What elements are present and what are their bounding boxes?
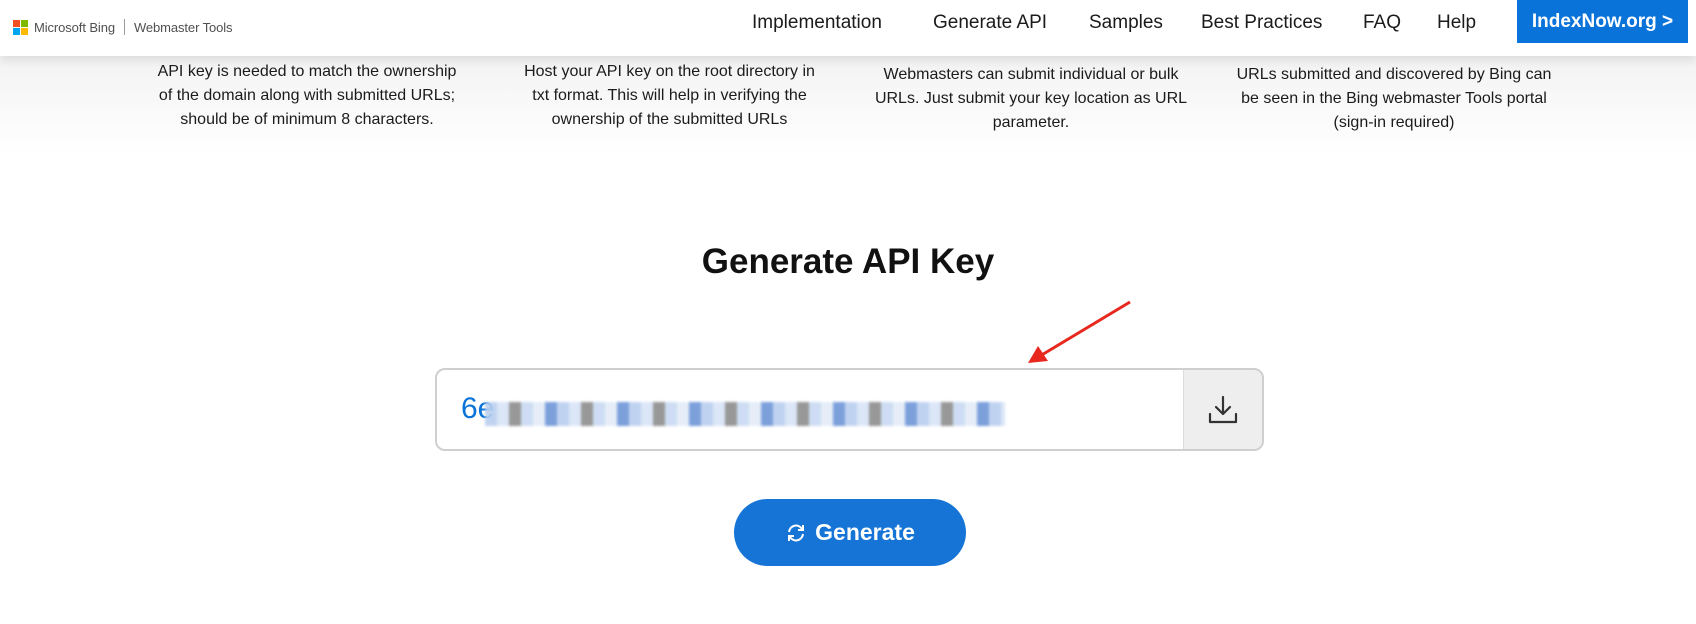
nav-faq[interactable]: FAQ [1363,12,1401,34]
nav-help[interactable]: Help [1437,12,1476,34]
brand[interactable]: Microsoft Bing Webmaster Tools [13,18,233,36]
nav-implementation[interactable]: Implementation [752,12,882,34]
features-strip: API key is needed to match the ownership… [0,56,1696,156]
nav-generate-api[interactable]: Generate API [933,12,1047,34]
generate-button-label: Generate [815,519,915,545]
top-navigation-bar: Microsoft Bing Webmaster Tools Implement… [0,0,1696,56]
generate-button[interactable]: Generate [734,499,966,566]
feature-host-key: Host your API key on the root directory … [524,63,815,128]
feature-submit-urls: Webmasters can submit individual or bulk… [874,66,1188,131]
microsoft-logo-icon [13,19,28,35]
nav-best-practices[interactable]: Best Practices [1201,12,1322,34]
api-key-container: 6e [435,368,1264,451]
brand-divider [123,19,125,35]
download-key-button[interactable] [1183,370,1262,449]
indexnow-link-button[interactable]: IndexNow.org > [1517,0,1688,43]
brand-name: Microsoft Bing [34,19,115,35]
feature-api-key: API key is needed to match the ownership… [157,63,457,128]
feature-bing-portal: URLs submitted and discovered by Bing ca… [1236,66,1552,131]
api-key-redacted-value [485,402,1005,426]
nav-samples[interactable]: Samples [1089,12,1163,34]
generator-title: Generate API Key [701,242,995,281]
brand-product: Webmaster Tools [133,19,233,35]
refresh-icon [788,524,805,541]
download-icon [1208,395,1238,423]
